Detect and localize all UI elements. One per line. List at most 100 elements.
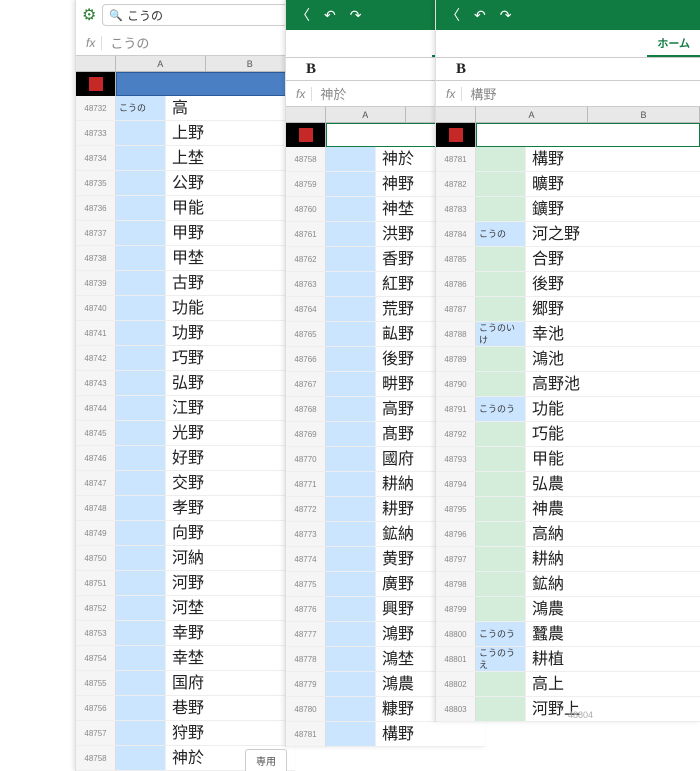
cell-b[interactable]: 巧野 [166,346,295,370]
cell-b[interactable]: 甲能 [166,196,295,220]
undo-icon[interactable]: ↶ [470,7,490,24]
cell-a[interactable] [326,597,376,621]
cell-a[interactable] [116,321,166,345]
table-row[interactable]: 48799鴻農 [436,597,700,622]
cell-a[interactable] [116,396,166,420]
cell-a[interactable] [476,472,526,496]
select-all-corner[interactable] [286,107,326,122]
row-number[interactable]: 48754 [76,646,116,670]
cell-a[interactable] [116,296,166,320]
table-row[interactable]: 48739古野 [76,271,295,296]
row-number[interactable]: 48801 [436,647,476,671]
cell-a[interactable] [116,371,166,395]
cell-a[interactable]: こうのう [476,622,526,646]
cell-b[interactable]: 鑛野 [526,197,700,221]
cell-a[interactable] [326,197,376,221]
cell-a[interactable] [116,496,166,520]
row-number[interactable]: 48796 [436,522,476,546]
table-row[interactable]: 48751河野 [76,571,295,596]
cell-a[interactable] [476,547,526,571]
cell-a[interactable] [476,347,526,371]
cell-b[interactable]: 河野 [166,571,295,595]
table-row[interactable]: 48755国府 [76,671,295,696]
cell-b[interactable]: 鉱納 [526,572,700,596]
table-row[interactable]: 48792巧能 [436,422,700,447]
row-number[interactable]: 48770 [286,447,326,471]
col-header-a[interactable]: A [116,56,206,71]
cell-b[interactable]: 功能 [166,296,295,320]
row-number[interactable]: 48749 [76,521,116,545]
row-number[interactable]: 48795 [436,497,476,521]
cell-a[interactable] [116,121,166,145]
row-number[interactable]: 48793 [436,447,476,471]
row-number[interactable]: 48757 [76,721,116,745]
cell-a[interactable] [476,197,526,221]
table-row[interactable]: 48757狩野 [76,721,295,746]
table-row[interactable]: 48793 甲能 [436,447,700,472]
row-number[interactable]: 48759 [286,172,326,196]
row-number[interactable]: 48790 [436,372,476,396]
row-number[interactable]: 48761 [286,222,326,246]
cell-a[interactable] [116,196,166,220]
data-grid[interactable]: 48781構野48782曠野48783鑛野48784こうの河之野48785合野4… [436,147,700,722]
row-number[interactable]: 48766 [286,347,326,371]
cell-a[interactable] [326,622,376,646]
cell-a[interactable] [116,421,166,445]
row-number[interactable]: 48743 [76,371,116,395]
cell-b[interactable]: 光野 [166,421,295,445]
row-number[interactable]: 48786 [436,272,476,296]
cell-b[interactable]: 甲野 [166,221,295,245]
table-row[interactable]: 48735公野 [76,171,295,196]
cell-a[interactable] [476,697,526,721]
cell-a[interactable] [326,447,376,471]
table-row[interactable]: 48747交野 [76,471,295,496]
table-row[interactable]: 48746好野 [76,446,295,471]
cell-b[interactable]: 古野 [166,271,295,295]
table-row[interactable]: 48741功野 [76,321,295,346]
row-number[interactable]: 48741 [76,321,116,345]
row-number[interactable]: 48767 [286,372,326,396]
cell-a[interactable] [326,422,376,446]
cell-b[interactable]: 高上 [526,672,700,696]
row-number[interactable]: 48783 [436,197,476,221]
cell-a[interactable] [326,397,376,421]
row-number[interactable]: 48779 [286,672,326,696]
cell-a[interactable] [326,372,376,396]
cell-b[interactable]: 向野 [166,521,295,545]
row-number[interactable]: 48760 [286,197,326,221]
cell-a[interactable] [116,521,166,545]
row-number[interactable]: 48782 [436,172,476,196]
cell-a[interactable] [326,147,376,171]
row-number[interactable]: 48753 [76,621,116,645]
row-number[interactable]: 48748 [76,496,116,520]
table-row[interactable]: 48801こうのうえ耕植 [436,647,700,672]
row-number[interactable]: 48802 [436,672,476,696]
cell-b[interactable]: 功能 [526,397,700,421]
cell-a[interactable] [116,671,166,695]
cell-b[interactable]: 弘農 [526,472,700,496]
cell-a[interactable] [116,471,166,495]
cell-b[interactable]: 高 [166,96,295,120]
cell-b[interactable]: 河埜 [166,596,295,620]
cell-a[interactable] [476,597,526,621]
cell-b[interactable]: 甲能 [526,447,700,471]
cell-b[interactable]: 巧能 [526,422,700,446]
cell-a[interactable]: こうのいけ [476,322,526,346]
cell-a[interactable] [116,221,166,245]
row-number[interactable]: 48750 [76,546,116,570]
row-number[interactable]: 48803 [436,697,476,721]
cell-a[interactable] [326,572,376,596]
cell-a[interactable] [326,497,376,521]
cell-a[interactable] [116,271,166,295]
row-number[interactable]: 48788 [436,322,476,346]
cell-a[interactable]: こうの [116,96,166,120]
table-row[interactable]: 48798鉱納 [436,572,700,597]
row-number[interactable]: 48742 [76,346,116,370]
cell-a[interactable] [116,146,166,170]
cell-a[interactable] [326,697,376,721]
cell-b[interactable]: 上埜 [166,146,295,170]
table-row[interactable]: 48750河納 [76,546,295,571]
cell-a[interactable] [476,497,526,521]
cell-b[interactable]: 高納 [526,522,700,546]
row-number[interactable]: 48745 [76,421,116,445]
